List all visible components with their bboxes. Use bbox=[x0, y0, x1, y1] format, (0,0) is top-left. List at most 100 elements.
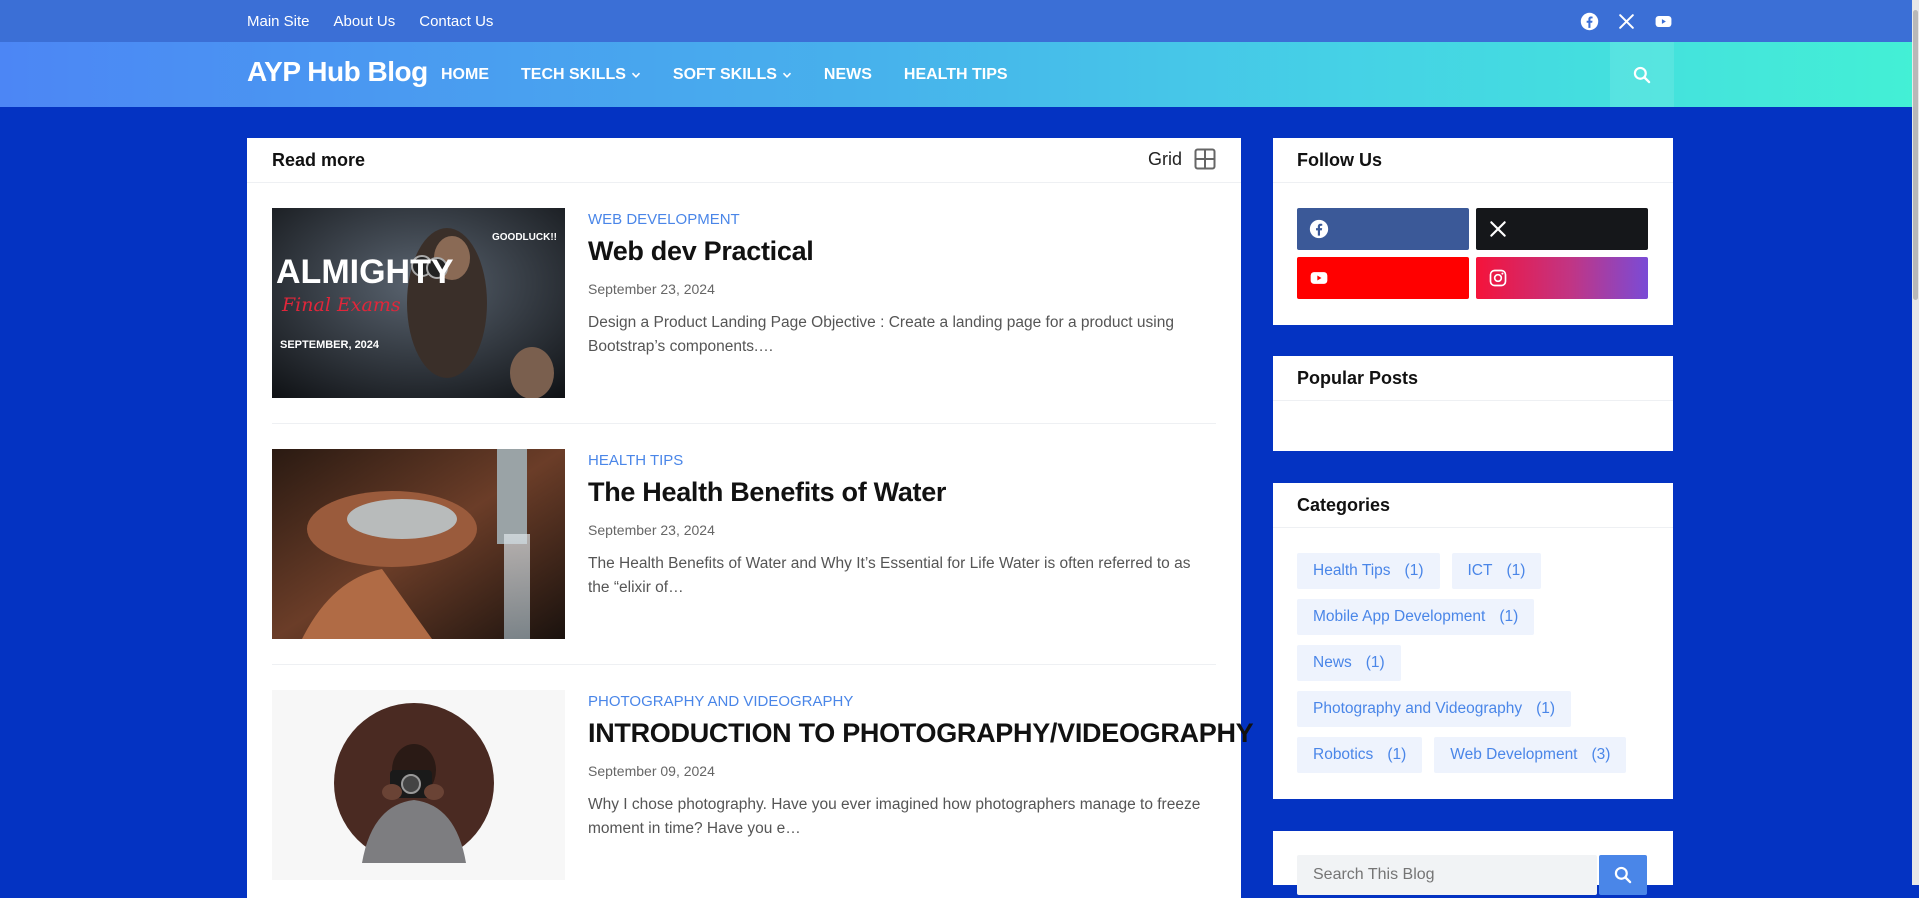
category-label: Mobile App Development bbox=[1313, 608, 1486, 625]
facebook-button[interactable] bbox=[1297, 208, 1469, 250]
contact-us-link[interactable]: Contact Us bbox=[419, 13, 493, 30]
category-label: Photography and Videography bbox=[1313, 700, 1523, 717]
post-date: September 23, 2024 bbox=[588, 281, 715, 297]
post-thumbnail[interactable] bbox=[272, 690, 565, 880]
post-body: HEALTH TIPS The Health Benefits of Water… bbox=[588, 449, 1216, 600]
widget-header: Popular Posts bbox=[1273, 356, 1673, 401]
thumb-subtitle: Final Exams bbox=[281, 294, 401, 316]
instagram-button[interactable] bbox=[1476, 257, 1648, 299]
chevron-down-icon bbox=[631, 70, 641, 80]
category-count: (1) bbox=[1365, 654, 1385, 671]
nav-label: HEALTH TIPS bbox=[903, 65, 1008, 83]
grid-view-toggle[interactable]: Grid bbox=[1148, 148, 1216, 170]
post-list-panel: Read more Grid ALMIGHTY Final Exams GOOD… bbox=[247, 138, 1254, 898]
popular-posts-widget: Popular Posts bbox=[1273, 356, 1673, 451]
category-count: (1) bbox=[1499, 608, 1519, 625]
top-social-links bbox=[1580, 0, 1673, 42]
grid-icon bbox=[1194, 148, 1216, 170]
nav-label: NEWS bbox=[823, 65, 872, 83]
search-widget bbox=[1273, 831, 1673, 895]
post-title[interactable]: The Health Benefits of Water bbox=[588, 477, 1216, 508]
search-field bbox=[1297, 855, 1597, 895]
category-count: (3) bbox=[1591, 746, 1611, 763]
nav-item-home[interactable]: HOME bbox=[441, 66, 489, 84]
widget-header: Follow Us bbox=[1273, 138, 1673, 183]
nav-label: HOME bbox=[441, 65, 489, 83]
post-snippet: The Health Benefits of Water and Why It’… bbox=[588, 555, 1191, 596]
main-navbar: AYP Hub Blog HOME TECH SKILLS SOFT SKILL… bbox=[0, 42, 1919, 107]
x-button[interactable] bbox=[1476, 208, 1648, 250]
category-label: ICT bbox=[1467, 562, 1493, 579]
follow-us-widget: Follow Us bbox=[1273, 138, 1673, 325]
category-label: Web Development bbox=[1450, 746, 1578, 763]
widget-title: Categories bbox=[1297, 495, 1391, 515]
nav-item-news[interactable]: NEWS bbox=[824, 66, 872, 84]
x-icon bbox=[1490, 221, 1506, 237]
nav-item-tech-skills[interactable]: TECH SKILLS bbox=[521, 66, 641, 84]
nav-item-soft-skills[interactable]: SOFT SKILLS bbox=[673, 66, 792, 84]
post-category[interactable]: HEALTH TIPS bbox=[588, 452, 1216, 469]
post-body: WEB DEVELOPMENT Web dev Practical Septem… bbox=[588, 208, 1216, 359]
facebook-icon[interactable] bbox=[1580, 12, 1599, 31]
post-item: ALMIGHTY Final Exams GOODLUCK!! SEPTEMBE… bbox=[272, 208, 1216, 398]
category-label: Health Tips bbox=[1313, 562, 1391, 579]
main-menu: HOME TECH SKILLS SOFT SKILLS NEWS HEALTH… bbox=[441, 42, 1040, 107]
category-label: News bbox=[1313, 654, 1352, 671]
search-input[interactable] bbox=[1297, 855, 1589, 895]
post-divider bbox=[272, 423, 1216, 424]
post-category[interactable]: PHOTOGRAPHY AND VIDEOGRAPHY bbox=[588, 693, 1216, 710]
site-brand[interactable]: AYP Hub Blog bbox=[247, 56, 428, 88]
grid-label: Grid bbox=[1147, 148, 1182, 169]
widget-header: Categories bbox=[1273, 483, 1673, 528]
nav-label: SOFT SKILLS bbox=[672, 65, 777, 83]
search-icon bbox=[1633, 66, 1651, 83]
category-chip-robotics[interactable]: Robotics (1) bbox=[1297, 737, 1423, 773]
post-title[interactable]: Web dev Practical bbox=[588, 236, 1216, 267]
thumb-corner-text: GOODLUCK!! bbox=[492, 232, 557, 243]
nav-label: TECH SKILLS bbox=[521, 65, 626, 83]
category-count: (1) bbox=[1536, 700, 1556, 717]
widget-title: Follow Us bbox=[1297, 150, 1382, 170]
category-chip-photography[interactable]: Photography and Videography (1) bbox=[1297, 691, 1572, 727]
search-icon bbox=[1614, 866, 1632, 884]
nav-search-button[interactable] bbox=[1610, 42, 1674, 107]
top-bar: Main Site About Us Contact Us bbox=[0, 0, 1919, 42]
category-count: (1) bbox=[1404, 562, 1424, 579]
post-category[interactable]: WEB DEVELOPMENT bbox=[588, 211, 1216, 228]
post-thumbnail[interactable] bbox=[272, 449, 565, 639]
category-chip-health-tips[interactable]: Health Tips (1) bbox=[1297, 553, 1440, 589]
category-chip-news[interactable]: News (1) bbox=[1297, 645, 1401, 681]
category-label: Robotics bbox=[1313, 746, 1374, 763]
thumb-headline: ALMIGHTY bbox=[276, 253, 454, 291]
main-site-link[interactable]: Main Site bbox=[247, 13, 310, 30]
category-list: Health Tips (1) ICT (1) Mobile App Developm… bbox=[1297, 553, 1657, 783]
post-item: HEALTH TIPS The Health Benefits of Water… bbox=[272, 449, 1216, 639]
nav-item-health-tips[interactable]: HEALTH TIPS bbox=[904, 66, 1008, 84]
x-icon[interactable] bbox=[1617, 12, 1636, 31]
post-snippet: Design a Product Landing Page Objective … bbox=[588, 314, 1174, 355]
widget-title: Popular Posts bbox=[1297, 368, 1419, 388]
post-list-header: Read more Grid bbox=[247, 138, 1241, 183]
section-title: Read more bbox=[272, 150, 366, 170]
category-chip-web-development[interactable]: Web Development (3) bbox=[1434, 737, 1627, 773]
youtube-icon[interactable] bbox=[1654, 12, 1673, 31]
post-item: PHOTOGRAPHY AND VIDEOGRAPHY INTRODUCTION… bbox=[272, 690, 1254, 880]
youtube-icon bbox=[1310, 272, 1328, 284]
post-divider bbox=[272, 664, 1216, 665]
scrollbar-thumb[interactable] bbox=[1913, 10, 1918, 300]
search-submit-button[interactable] bbox=[1599, 855, 1647, 895]
category-chip-ict[interactable]: ICT (1) bbox=[1451, 553, 1542, 589]
post-body: PHOTOGRAPHY AND VIDEOGRAPHY INTRODUCTION… bbox=[588, 690, 1254, 841]
page-scrollbar[interactable] bbox=[1912, 0, 1919, 885]
facebook-icon bbox=[1309, 219, 1329, 239]
post-thumbnail[interactable]: ALMIGHTY Final Exams GOODLUCK!! SEPTEMBE… bbox=[272, 208, 565, 398]
category-count: (1) bbox=[1387, 746, 1407, 763]
post-title[interactable]: INTRODUCTION TO PHOTOGRAPHY/VIDEOGRAPHY bbox=[588, 718, 1254, 749]
category-chip-mobile-app-development[interactable]: Mobile App Development (1) bbox=[1297, 599, 1535, 635]
category-count: (1) bbox=[1506, 562, 1526, 579]
post-date: September 23, 2024 bbox=[588, 522, 715, 538]
instagram-icon bbox=[1489, 269, 1507, 287]
about-us-link[interactable]: About Us bbox=[334, 13, 396, 30]
youtube-button[interactable] bbox=[1297, 257, 1469, 299]
top-links: Main Site About Us Contact Us bbox=[247, 0, 517, 42]
